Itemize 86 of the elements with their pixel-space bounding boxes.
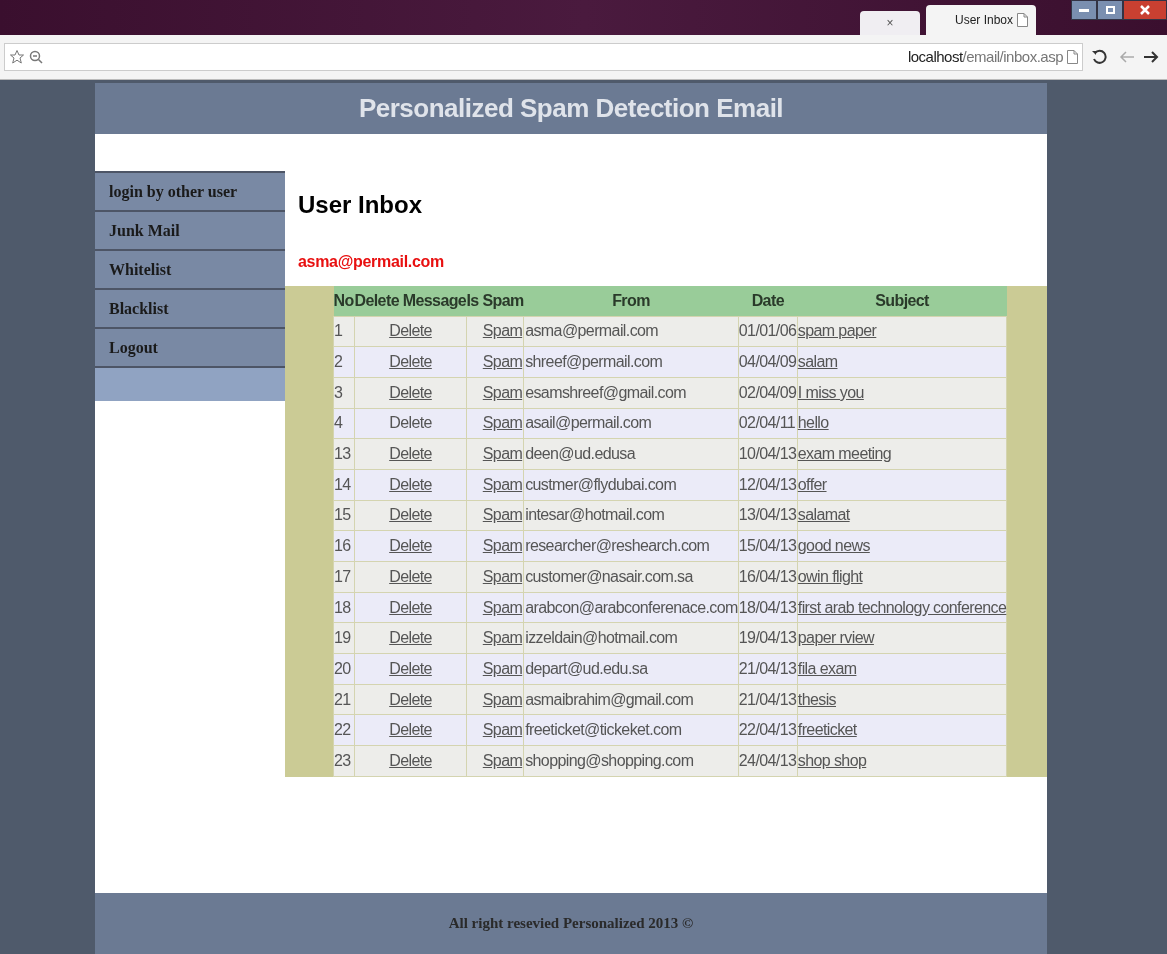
table-cell: 22/04/13 bbox=[738, 714, 798, 746]
table-cell: 01/01/06 bbox=[738, 316, 798, 347]
subject-link[interactable]: salam bbox=[797, 353, 838, 371]
table-cell: 04/04/09 bbox=[738, 346, 798, 378]
sidebar-link[interactable]: Logout bbox=[95, 327, 285, 366]
url-field[interactable]: localhost/email/inbox.asp bbox=[4, 43, 1083, 71]
table-cell: arabcon@arabconferenace.com bbox=[523, 592, 739, 623]
table-cell: 19 bbox=[333, 622, 355, 654]
table-cell: asma@permail.com bbox=[523, 316, 739, 347]
table-cell: customer@nasair.com.sa bbox=[523, 561, 739, 593]
subject-link[interactable]: fila exam bbox=[797, 659, 857, 677]
table-cell: 21/04/13 bbox=[738, 684, 798, 715]
sidebar-link[interactable]: Whitelist bbox=[95, 249, 285, 288]
column-header: Date bbox=[738, 286, 798, 316]
page-title: User Inbox bbox=[298, 190, 424, 220]
table-cell: 3 bbox=[333, 377, 355, 409]
table-cell: depart@ud.edu.sa bbox=[523, 653, 739, 685]
table-cell: asail@permail.com bbox=[523, 408, 739, 439]
table-cell: 02/04/09 bbox=[738, 377, 798, 409]
table-cell: 21 bbox=[333, 684, 355, 715]
maximize-button[interactable] bbox=[1097, 0, 1123, 20]
table-cell: izzeldain@hotmail.com bbox=[523, 622, 739, 654]
column-header: From bbox=[523, 286, 739, 316]
table-cell: 4 bbox=[333, 408, 355, 439]
column-header: No bbox=[333, 286, 355, 316]
subject-link[interactable]: hello bbox=[797, 414, 829, 432]
column-header: Is Spam bbox=[466, 286, 524, 316]
subject-link[interactable]: salamat bbox=[797, 506, 850, 524]
table-cell: 17 bbox=[333, 561, 355, 593]
table-cell: 23 bbox=[333, 745, 355, 777]
table-cell: 15/04/13 bbox=[738, 530, 798, 562]
table-cell: 12/04/13 bbox=[738, 469, 798, 501]
browser-tab[interactable]: × bbox=[860, 11, 920, 35]
table-cell: 13 bbox=[333, 438, 355, 470]
table-cell: 20 bbox=[333, 653, 355, 685]
table-cell: 02/04/11 bbox=[738, 408, 798, 439]
url-text: localhost/email/inbox.asp bbox=[907, 46, 1063, 67]
table-cell: 24/04/13 bbox=[738, 745, 798, 777]
close-button[interactable] bbox=[1123, 0, 1167, 20]
subject-link[interactable]: owin flight bbox=[797, 567, 863, 585]
sidebar-link[interactable]: Junk Mail bbox=[95, 210, 285, 249]
subject-link[interactable]: offer bbox=[797, 475, 827, 493]
table-cell: 14 bbox=[333, 469, 355, 501]
table-cell: intesar@hotmail.com bbox=[523, 500, 739, 531]
table-cell: 18 bbox=[333, 592, 355, 623]
subject-link[interactable]: I miss you bbox=[797, 383, 864, 401]
reload-icon[interactable] bbox=[1091, 49, 1107, 65]
close-icon bbox=[1140, 5, 1150, 15]
forward-icon[interactable] bbox=[1143, 50, 1159, 64]
table-cell: 15 bbox=[333, 500, 355, 531]
user-email: asma@permail.com bbox=[298, 252, 445, 272]
table-cell: esamshreef@gmail.com bbox=[523, 377, 739, 409]
copyright-text: All right resevied Personalized 2013 © bbox=[448, 914, 694, 934]
table-cell: 16/04/13 bbox=[738, 561, 798, 593]
sidebar-link[interactable]: Blacklist bbox=[95, 288, 285, 327]
column-header: Delete Message bbox=[354, 286, 467, 316]
site-title: Personalized Spam Detection Email bbox=[358, 92, 784, 125]
table-cell: 10/04/13 bbox=[738, 438, 798, 470]
zoom-icon[interactable] bbox=[29, 50, 43, 64]
subject-link[interactable]: thesis bbox=[797, 690, 836, 708]
table-cell: 18/04/13 bbox=[738, 592, 798, 623]
subject-link[interactable]: good news bbox=[797, 537, 870, 555]
table-cell: 16 bbox=[333, 530, 355, 562]
browser-tab[interactable]: User Inbox bbox=[926, 5, 1036, 35]
column-header: Subject bbox=[797, 286, 1007, 316]
sidebar-link[interactable]: login by other user bbox=[95, 171, 285, 210]
table-cell: 2 bbox=[333, 346, 355, 378]
table-cell: shopping@shopping.com bbox=[523, 745, 739, 777]
star-icon[interactable] bbox=[9, 49, 25, 65]
table-cell: shreef@permail.com bbox=[523, 346, 739, 378]
table-cell: 13/04/13 bbox=[738, 500, 798, 531]
table-cell: 22 bbox=[333, 714, 355, 746]
page-icon bbox=[1067, 50, 1078, 64]
table-cell: custmer@flydubai.com bbox=[523, 469, 739, 501]
delete-text: Delete bbox=[389, 414, 432, 432]
table-cell: 19/04/13 bbox=[738, 622, 798, 654]
subject-link[interactable]: freeticket bbox=[797, 721, 857, 739]
subject-link[interactable]: shop shop bbox=[797, 751, 867, 769]
table-cell: 1 bbox=[333, 316, 355, 347]
minimize-button[interactable] bbox=[1071, 0, 1097, 20]
table-cell: 21/04/13 bbox=[738, 653, 798, 685]
table-cell: deen@ud.edusa bbox=[523, 438, 739, 470]
table-cell: freeticket@tickeket.com bbox=[523, 714, 739, 746]
table-cell: asmaibrahim@gmail.com bbox=[523, 684, 739, 715]
page-icon bbox=[1017, 13, 1028, 27]
table-cell: researcher@reshearch.com bbox=[523, 530, 739, 562]
